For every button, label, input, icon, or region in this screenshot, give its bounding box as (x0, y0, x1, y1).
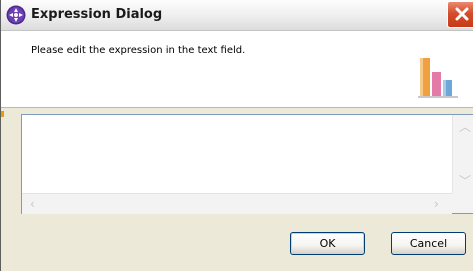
close-icon (455, 7, 469, 21)
scroll-up-icon[interactable]: ︿ (459, 121, 471, 133)
scroll-right-icon[interactable]: › (434, 198, 439, 210)
close-button[interactable] (447, 1, 473, 28)
ok-button[interactable]: OK (290, 232, 365, 255)
expression-editor: ︿ ﹀ ‹ › (21, 114, 473, 214)
app-icon (6, 5, 26, 25)
title-bar[interactable]: Expression Dialog (1, 0, 473, 31)
expression-dialog: Expression Dialog Please edit the expres… (0, 0, 473, 271)
cancel-button[interactable]: Cancel (391, 232, 466, 255)
vertical-scrollbar[interactable]: ︿ ﹀ (452, 115, 473, 193)
dialog-header (1, 31, 473, 108)
bar-chart-icon (418, 58, 458, 98)
window-title: Expression Dialog (31, 7, 163, 22)
error-marker (1, 111, 4, 117)
expression-text-field[interactable] (22, 115, 456, 197)
horizontal-scrollbar[interactable]: ‹ › (22, 193, 452, 214)
instruction-message: Please edit the expression in the text f… (31, 45, 246, 56)
scrollbar-corner (452, 193, 473, 213)
scroll-left-icon[interactable]: ‹ (30, 198, 35, 210)
scroll-down-icon[interactable]: ﹀ (459, 175, 471, 187)
